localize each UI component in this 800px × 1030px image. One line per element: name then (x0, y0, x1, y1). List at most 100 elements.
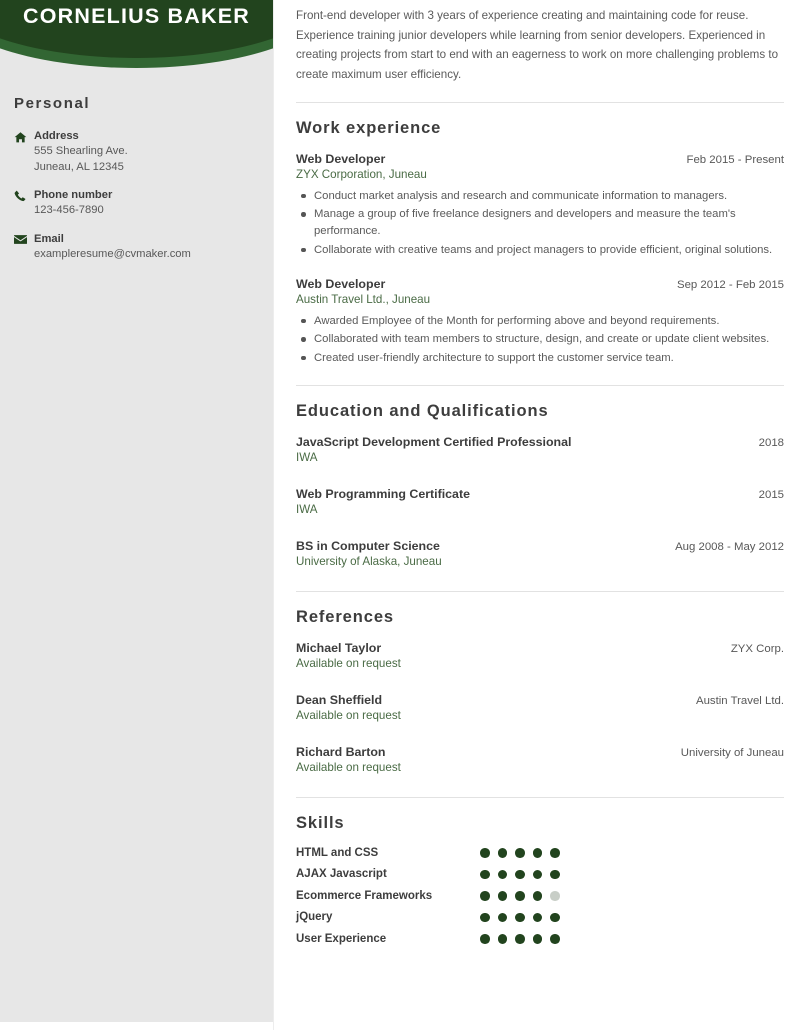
contact-label: Email (34, 232, 64, 245)
contact-text: Address 555 Shearling Ave. Juneau, AL 1234… (34, 129, 259, 175)
job-company: Austin Travel Ltd., Juneau (296, 292, 431, 306)
skill-row: jQuery (296, 911, 784, 923)
skill-rating-dots (480, 891, 560, 901)
job-date: Feb 2015 - Present (686, 153, 784, 166)
reference-organization: ZYX Corp. (730, 642, 784, 655)
skill-rating-dots (480, 848, 560, 858)
education-degree: JavaScript Development Certified Profess… (296, 434, 572, 449)
reference-entry: Richard Barton University of Juneau Availa… (296, 745, 784, 774)
skill-dot-filled (532, 848, 542, 858)
job-bullet: Manage a group of five freelance designe… (301, 206, 784, 241)
job-bullet: Conduct market analysis and research and… (301, 188, 784, 205)
skill-dot-filled (497, 848, 507, 858)
entry-header: Web Developer Sep 2012 - Feb 2015 (296, 277, 784, 291)
education-degree: Web Programming Certificate (296, 486, 470, 501)
skill-dot-filled (515, 891, 525, 901)
contact-value: Juneau, AL 12345 (34, 160, 124, 173)
entry-header: BS in Computer Science Aug 2008 - May 201… (296, 539, 784, 553)
skill-dot-filled (550, 869, 560, 880)
skill-dot-filled (480, 848, 490, 858)
contact-value: 123-456-7890 (34, 204, 104, 217)
reference-name: Dean Sheffield (296, 692, 383, 707)
reference-availability: Available on request (296, 656, 401, 670)
entry-header: Dean Sheffield Austin Travel Ltd. (296, 693, 784, 707)
contact-value: 555 Shearling Ave. (34, 145, 128, 158)
education-section: Education and Qualifications JavaScript … (296, 386, 784, 568)
skill-dot-filled (550, 848, 560, 858)
home-icon (14, 129, 34, 144)
job-bullet-list: Conduct market analysis and research and… (296, 188, 784, 259)
entry-header: Richard Barton University of Juneau (296, 745, 784, 759)
sidebar-divider (273, 0, 274, 1030)
education-date: 2015 (758, 488, 784, 501)
personal-section-title: Personal (14, 95, 91, 112)
education-institution: IWA (296, 502, 318, 516)
education-entry: BS in Computer Science Aug 2008 - May 201… (296, 539, 784, 568)
skills-title: Skills (296, 813, 345, 832)
contact-row: Address 555 Shearling Ave. Juneau, AL 1234… (14, 129, 259, 175)
skill-dot-filled (480, 912, 490, 923)
personal-section: Personal Address 555 Shearling Ave. Juneau… (14, 95, 259, 275)
skill-dot-filled (532, 869, 542, 880)
skill-dot-filled (480, 891, 490, 901)
education-date: 2018 (758, 436, 784, 449)
education-entry-list: JavaScript Development Certified Profess… (296, 435, 784, 568)
skill-rating-dots (480, 869, 560, 880)
entry-header: Web Developer Feb 2015 - Present (296, 152, 784, 166)
references-entry-list: Michael Taylor ZYX Corp. Available on requ… (296, 641, 784, 774)
skill-dot-filled (550, 912, 560, 923)
professional-summary: Front-end developer with 3 years of expe… (296, 9, 779, 82)
job-role: Web Developer (296, 276, 386, 291)
skills-entry-list: HTML and CSS AJAX Javascript Ecommerce Fra… (296, 847, 784, 945)
skill-dot-filled (515, 848, 525, 858)
references-title: References (296, 607, 394, 626)
candidate-name: CORNELIUS BAKER (22, 4, 251, 28)
job-date: Sep 2012 - Feb 2015 (676, 278, 784, 291)
contact-value: exampleresume@cvmaker.com (34, 247, 191, 260)
job-bullet-list: Awarded Employee of the Month for perfor… (296, 313, 784, 367)
skill-dot-filled (480, 934, 490, 944)
skill-row: Ecommerce Frameworks (296, 890, 784, 902)
work-entry-list: Web Developer Feb 2015 - Present ZYX Corpo… (296, 152, 784, 367)
envelope-icon (14, 232, 34, 245)
skill-dot-filled (497, 891, 507, 901)
education-date: Aug 2008 - May 2012 (675, 540, 784, 553)
reference-organization: Austin Travel Ltd. (695, 694, 784, 707)
main-content: Front-end developer with 3 years of expe… (296, 0, 784, 954)
job-role: Web Developer (296, 151, 386, 166)
work-experience-title: Work experience (296, 118, 442, 137)
reference-entry: Michael Taylor ZYX Corp. Available on requ… (296, 641, 784, 670)
job-bullet: Created user-friendly architecture to su… (301, 350, 784, 367)
skill-name: User Experience (296, 932, 387, 945)
skill-dot-filled (532, 891, 542, 901)
work-entry: Web Developer Sep 2012 - Feb 2015 Austin T… (296, 277, 784, 367)
reference-availability: Available on request (296, 760, 401, 774)
entry-header: JavaScript Development Certified Profess… (296, 435, 784, 449)
skill-row: HTML and CSS (296, 847, 784, 859)
education-title: Education and Qualifications (296, 401, 549, 420)
education-entry: Web Programming Certificate 2015 IWA (296, 487, 784, 516)
reference-entry: Dean Sheffield Austin Travel Ltd. Availabl… (296, 693, 784, 722)
skill-dot-filled (515, 934, 525, 944)
job-bullet: Collaborated with team members to struct… (301, 331, 784, 348)
entry-header: Michael Taylor ZYX Corp. (296, 641, 784, 655)
skill-dot-filled (532, 934, 542, 944)
job-company: ZYX Corporation, Juneau (296, 167, 427, 181)
skill-dot-filled (550, 934, 560, 944)
skill-row: AJAX Javascript (296, 868, 784, 880)
references-section: References Michael Taylor ZYX Corp. Availa… (296, 592, 784, 774)
phone-icon (14, 188, 34, 202)
skill-rating-dots (480, 934, 560, 944)
skills-section: Skills HTML and CSS AJAX Javascript Ecomme… (296, 798, 784, 945)
education-institution: IWA (296, 450, 318, 464)
reference-availability: Available on request (296, 708, 401, 722)
skill-dot-filled (497, 912, 507, 923)
skill-dot-empty (550, 891, 560, 901)
skill-dot-filled (480, 869, 490, 880)
sidebar: CORNELIUS BAKER Personal Address 555 Shea… (0, 0, 273, 1022)
contact-row: Email exampleresume@cvmaker.com (14, 232, 259, 263)
education-degree: BS in Computer Science (296, 538, 440, 553)
skill-rating-dots (480, 912, 560, 923)
work-experience-section: Work experience Web Developer Feb 2015 - … (296, 103, 784, 367)
contact-list: Address 555 Shearling Ave. Juneau, AL 1234… (14, 129, 259, 262)
